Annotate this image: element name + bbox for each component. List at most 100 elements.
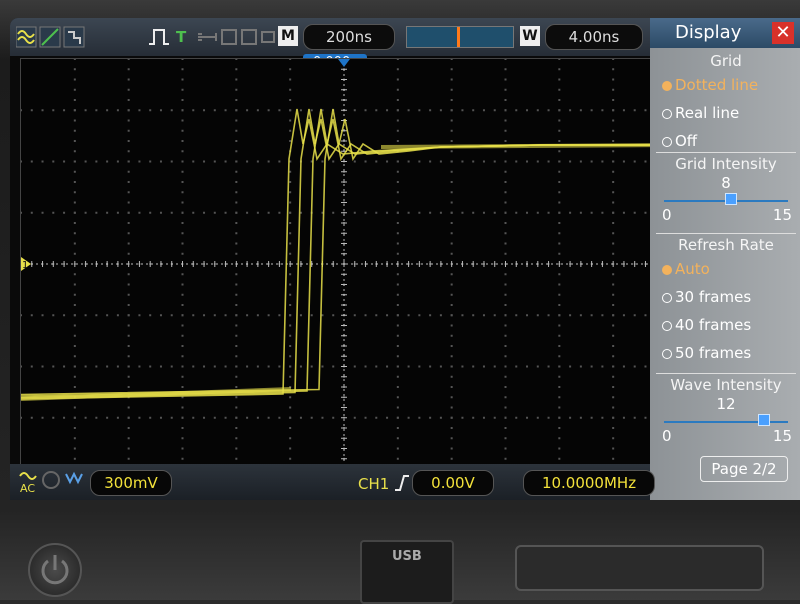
grid-dot bbox=[127, 181, 130, 183]
grid-dot bbox=[439, 211, 442, 214]
grid-dot bbox=[30, 211, 33, 214]
grid-dot bbox=[278, 365, 281, 368]
top-status-bar: T M 200ns W 4.00ns bbox=[10, 18, 650, 56]
grid-dot bbox=[106, 314, 109, 317]
grid-dot bbox=[127, 427, 130, 429]
grid-dot bbox=[558, 437, 561, 440]
grid-dot bbox=[181, 201, 184, 204]
grid-dot bbox=[504, 88, 507, 91]
grid-dot bbox=[84, 314, 87, 317]
grid-dot bbox=[450, 170, 453, 173]
grid-dot bbox=[127, 334, 130, 337]
refresh-rate-option-1[interactable]: 30 frames bbox=[656, 283, 796, 311]
grid-dot bbox=[235, 273, 238, 276]
grid-dot bbox=[612, 59, 615, 60]
grid-intensity-slider[interactable] bbox=[664, 192, 788, 206]
grid-dot bbox=[558, 78, 561, 81]
grid-dot bbox=[52, 365, 55, 368]
grid-dot bbox=[181, 232, 184, 235]
refresh-rate-option-3[interactable]: 50 frames bbox=[656, 339, 796, 367]
grid-dot bbox=[493, 109, 496, 112]
grid-dot bbox=[246, 416, 249, 419]
grid-dot bbox=[181, 386, 184, 388]
refresh-rate-option-0[interactable]: Auto bbox=[656, 255, 796, 283]
grid-option-0[interactable]: Dotted line bbox=[656, 71, 796, 99]
grid-dot bbox=[73, 160, 76, 163]
grid-dot bbox=[289, 427, 292, 429]
grid-dot bbox=[450, 406, 453, 409]
grid-dot bbox=[181, 406, 184, 409]
grid-option-2[interactable]: Off bbox=[656, 127, 796, 155]
run-status-indicator: T bbox=[176, 28, 187, 46]
frequency-display: 10.0000MHz bbox=[523, 470, 655, 496]
grid-dot bbox=[63, 365, 66, 368]
waveform-mode-icon[interactable] bbox=[16, 26, 86, 48]
grid-dot bbox=[170, 160, 173, 163]
grid-dot bbox=[138, 109, 141, 112]
grid-dot bbox=[396, 201, 399, 204]
channel-scale-display[interactable]: 300mV bbox=[90, 470, 172, 496]
grid-dot bbox=[41, 365, 44, 368]
grid-dot bbox=[310, 109, 313, 112]
grid-dot bbox=[73, 386, 76, 388]
wave-intensity-slider-knob[interactable] bbox=[758, 414, 771, 426]
refresh-rate-option-label: 40 frames bbox=[675, 316, 752, 334]
close-menu-button[interactable]: ✕ bbox=[772, 22, 794, 44]
grid-dot bbox=[41, 211, 44, 214]
grid-dot bbox=[386, 160, 389, 163]
grid-intensity-slider-knob[interactable] bbox=[724, 193, 737, 205]
grid-dot bbox=[246, 160, 249, 163]
grid-dot bbox=[116, 416, 119, 419]
grid-dot bbox=[235, 191, 238, 194]
grid-dot bbox=[472, 160, 475, 163]
grid-dot bbox=[622, 109, 625, 112]
grid-dot bbox=[482, 314, 485, 317]
trigger-source-label: CH1 bbox=[358, 475, 390, 493]
grid-dot bbox=[116, 314, 119, 317]
grid-dot bbox=[526, 314, 529, 317]
wave-intensity-slider[interactable] bbox=[664, 413, 788, 427]
grid-dot bbox=[289, 416, 292, 419]
grid-dot bbox=[493, 365, 496, 368]
grid-dot bbox=[558, 314, 561, 317]
grid-dot bbox=[504, 273, 507, 276]
grid-dot bbox=[127, 324, 130, 327]
trigger-level-display[interactable]: 0.00V bbox=[412, 470, 494, 496]
rising-edge-icon bbox=[395, 475, 409, 491]
page-button[interactable]: Page 2/2 bbox=[700, 456, 788, 482]
grid-dot bbox=[612, 457, 615, 460]
grid-option-1[interactable]: Real line bbox=[656, 99, 796, 127]
grid-dot bbox=[396, 222, 399, 224]
grid-dot bbox=[73, 304, 76, 306]
grid-dot bbox=[612, 222, 615, 224]
grid-dot bbox=[30, 109, 33, 112]
grid-dot bbox=[213, 211, 216, 214]
waveform-display: 1 bbox=[20, 58, 668, 470]
grid-dot bbox=[106, 211, 109, 214]
grid-dot bbox=[407, 365, 410, 368]
timebase-display[interactable]: 200ns bbox=[303, 24, 395, 50]
grid-dot bbox=[504, 160, 507, 163]
grid-dot bbox=[396, 375, 399, 378]
grid-dot bbox=[235, 170, 238, 173]
grid-dot bbox=[235, 447, 238, 450]
grid-dot bbox=[450, 283, 453, 286]
grid-dot bbox=[515, 160, 518, 163]
grid-dot bbox=[235, 396, 238, 399]
grid-intensity-max: 15 bbox=[772, 206, 792, 224]
grid-dot bbox=[396, 129, 399, 132]
grid-dot bbox=[558, 242, 561, 245]
grid-dot bbox=[170, 314, 173, 317]
grid-dot bbox=[84, 365, 87, 368]
power-button[interactable] bbox=[28, 543, 82, 597]
grid-dot bbox=[127, 386, 130, 388]
grid-dot bbox=[235, 242, 238, 245]
grid-dot bbox=[267, 211, 270, 214]
refresh-rate-option-2[interactable]: 40 frames bbox=[656, 311, 796, 339]
grid-dot bbox=[375, 365, 378, 368]
window-timebase-display[interactable]: 4.00ns bbox=[545, 24, 643, 50]
grid-dot bbox=[386, 109, 389, 112]
grid-dot bbox=[321, 416, 324, 419]
grid-dot bbox=[181, 447, 184, 450]
grid-dot bbox=[633, 314, 636, 317]
